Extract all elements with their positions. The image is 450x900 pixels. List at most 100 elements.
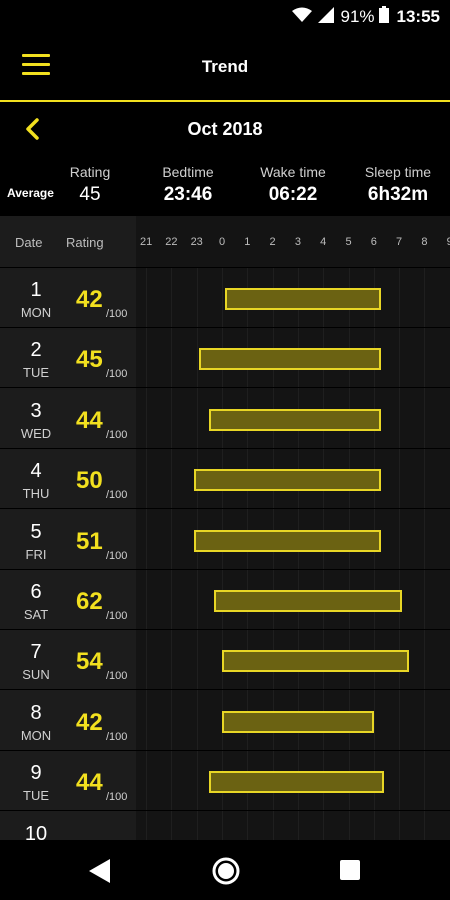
day-row[interactable]: 8 MON 42/100 [0,691,450,751]
day-row[interactable]: 4 THU 50/100 [0,449,450,510]
hour-axis-label: 2 [269,236,276,248]
day-rating: 62 [76,588,103,615]
grid-header: Date Rating 21 22 23 0 1 2 3 4 5 6 7 8 9 [0,216,450,268]
nav-back-icon[interactable] [88,858,112,889]
day-number: 5 [30,520,42,543]
app-bar: Trend [0,34,450,100]
rating-scale-label: /100 [106,791,128,804]
average-sleep-time: Sleep time 6h32m [356,164,440,206]
hour-axis-label: 22 [165,236,178,248]
average-wake-time-value: 06:22 [268,184,318,205]
rating-scale-label: /100 [106,730,128,743]
day-row[interactable]: 6 SAT 62/100 [0,570,450,630]
day-number: 9 [30,762,42,785]
date-column-header: Date [15,235,43,250]
rating-scale-label: /100 [106,610,128,622]
sleep-bar[interactable] [209,771,384,794]
weekday-label: WED [20,425,52,441]
hour-axis-label: 4 [320,236,327,248]
trend-grid[interactable]: Date Rating 21 22 23 0 1 2 3 4 5 6 7 8 9 1 MON 42/100 2… [0,216,450,840]
day-number: 6 [30,581,42,603]
average-wake-time: Wake time 06:22 [250,164,336,206]
battery-icon [378,6,389,28]
average-wake-time-label: Wake time [260,164,326,180]
weekday-label: MON [20,727,52,743]
sleep-bar[interactable] [224,288,382,310]
rating-scale-label: /100 [106,428,128,441]
average-bedtime-label: Bedtime [162,164,214,180]
status-clock: 13:55 [396,7,440,26]
day-rating: 45 [76,346,103,374]
average-bedtime: Bedtime 23:46 [150,164,226,206]
hour-axis-label: 5 [345,236,352,248]
sleep-bar[interactable] [214,590,402,612]
weekday-label: MON [20,305,52,320]
day-row[interactable]: 5 FRI 51/100 [0,510,450,570]
day-number: 4 [30,460,42,483]
day-row[interactable]: 1 MON 42/100 [0,268,450,328]
sleep-bar[interactable] [222,650,410,673]
average-rating-value: 45 [79,184,101,205]
menu-icon[interactable] [22,54,50,78]
sleep-bar[interactable] [194,469,382,492]
battery-percentage: 91% [340,7,375,26]
system-nav-bar [0,840,450,900]
status-bar: 91% 13:55 [0,0,450,34]
back-arrow-icon[interactable] [18,114,48,144]
weekday-label: SUN [22,667,50,683]
month-label: Oct 2018 [187,118,263,139]
weekday-label: SAT [23,607,49,622]
hour-axis-label: 9 [446,236,450,248]
rating-scale-label: /100 [106,549,128,562]
average-summary: Average Rating 45 Bedtime 23:46 Wake tim… [0,156,450,216]
day-row[interactable]: 10 [0,812,450,840]
wifi-icon [292,7,313,28]
rating-column-header: Rating [66,235,104,250]
average-rating-label: Rating [69,164,111,180]
day-rating: 44 [76,406,103,434]
day-rating: 44 [76,769,103,797]
sleep-bar[interactable] [194,529,382,552]
rating-scale-label: /100 [106,489,128,502]
day-rating: 42 [76,708,103,736]
day-number: 8 [30,701,42,724]
day-row[interactable]: 7 SUN 54/100 [0,630,450,691]
page-title: Trend [201,57,249,76]
day-number: 3 [30,399,42,422]
hour-axis-label: 8 [421,236,428,248]
day-number: 7 [30,641,42,664]
hour-axis-label: 21 [139,236,153,248]
hour-axis-label: 0 [218,236,226,248]
weekday-label: TUE [23,365,49,381]
nav-home-icon[interactable] [211,856,241,891]
weekday-label: FRI [25,546,47,562]
sleep-bar[interactable] [199,348,382,371]
hour-axis-label: 3 [294,236,301,248]
average-label: Average [7,186,54,200]
month-navigator: Oct 2018 [0,102,450,156]
weekday-label: THU [22,486,50,502]
day-rating: 51 [76,527,103,555]
day-row[interactable]: 3 WED 44/100 [0,389,450,449]
day-rating: 42 [76,286,103,313]
average-sleep-time-label: Sleep time [364,164,432,180]
day-number: 10 [24,822,48,840]
day-row[interactable]: 2 TUE 45/100 [0,328,450,389]
day-number: 1 [30,279,42,301]
day-row[interactable]: 9 TUE 44/100 [0,751,450,812]
average-rating: Rating 45 [62,164,118,206]
rating-scale-label: /100 [106,368,128,381]
rating-scale-label: /100 [106,670,128,683]
sleep-bar[interactable] [209,408,382,431]
day-rating: 50 [76,467,103,495]
hour-axis-label: 7 [396,236,403,248]
day-number: 2 [30,339,42,362]
signal-icon [318,6,335,28]
sleep-bar[interactable] [222,710,374,733]
average-sleep-time-value: 6h32m [367,184,429,205]
rating-scale-label: /100 [106,308,128,320]
weekday-label: TUE [23,788,49,804]
hour-axis-label: 1 [244,236,251,248]
nav-recents-icon[interactable] [340,860,360,885]
day-rating: 54 [76,648,103,676]
